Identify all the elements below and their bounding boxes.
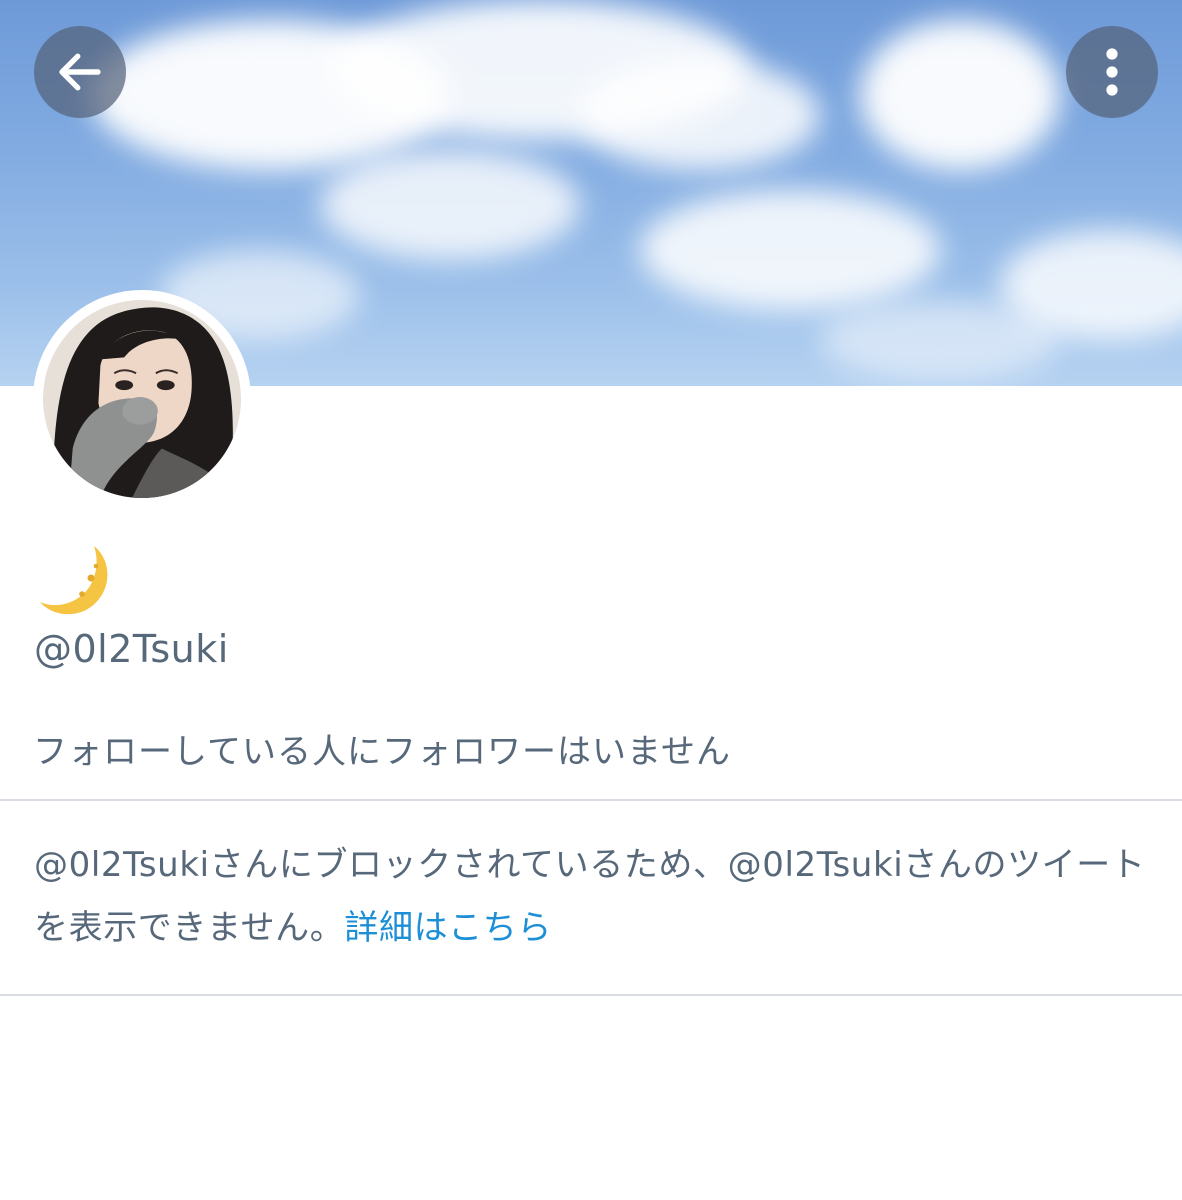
more-vertical-icon [1106, 48, 1118, 96]
crescent-moon-icon [40, 546, 108, 615]
more-options-button[interactable] [1066, 26, 1158, 118]
follow-status-text: フォローしている人にフォロワーはいません [33, 732, 731, 772]
divider [0, 799, 1182, 801]
arrow-left-icon [59, 53, 101, 91]
avatar-photo [43, 300, 241, 498]
profile-page: @0l2Tsuki フォローしている人にフォロワーはいません @0l2Tsuki… [0, 0, 1182, 1200]
divider [0, 994, 1182, 996]
avatar[interactable] [33, 290, 251, 508]
back-button[interactable] [34, 26, 126, 118]
blocked-notice-text: @0l2Tsukiさんにブロックされているため、@0l2Tsukiさんのツイート… [34, 845, 1146, 948]
learn-more-link[interactable]: 詳細はこちら [344, 908, 552, 948]
profile-handle: @0l2Tsuki [34, 627, 229, 671]
blocked-notice: @0l2Tsukiさんにブロックされているため、@0l2Tsukiさんのツイート… [34, 834, 1154, 960]
